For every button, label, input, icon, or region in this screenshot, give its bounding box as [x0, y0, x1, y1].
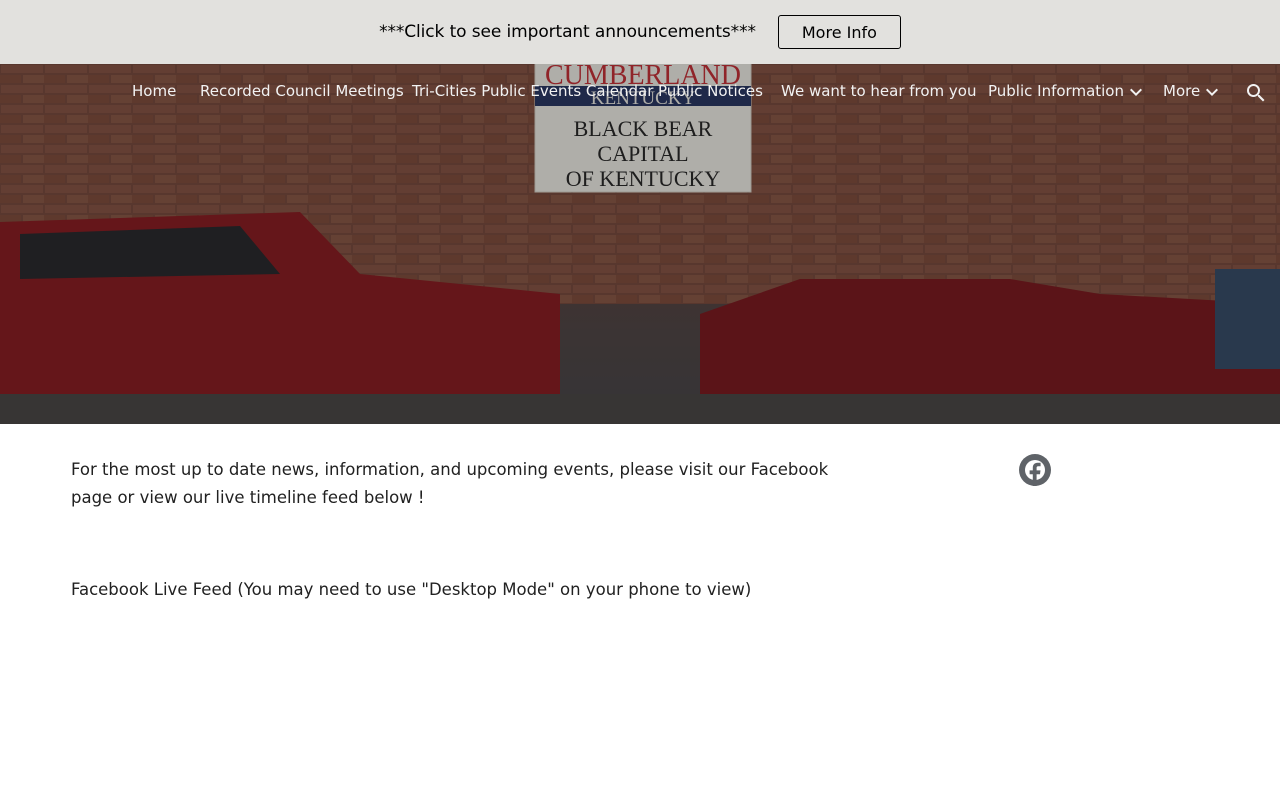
nav-hear-from-you-label: We want to hear from you [781, 82, 977, 100]
nav-recorded-council-meetings-label: Recorded Council Meetings [200, 82, 404, 100]
intro-paragraph: For the most up to date news, informatio… [71, 460, 829, 507]
nav-we-want-to-hear-from-you[interactable]: We want to hear from you [781, 82, 977, 100]
nav-public-notices-label: Public Notices [658, 82, 763, 100]
facebook-icon[interactable] [1019, 454, 1051, 486]
nav-home[interactable]: Home [132, 82, 176, 100]
chevron-down-icon[interactable] [1130, 82, 1142, 100]
facebook-feed-label: Facebook Live Feed (You may need to use … [71, 580, 752, 599]
nav-more-label: More [1163, 82, 1201, 100]
nav-home-label: Home [132, 82, 177, 100]
nav-recorded-council-meetings[interactable]: Recorded Council Meetings [200, 82, 404, 100]
nav-more[interactable]: More [1163, 82, 1219, 100]
search-icon[interactable] [1244, 81, 1268, 105]
announcement-text: ***Click to see important announcements*… [379, 22, 756, 42]
nav-public-information-label: Public Information [988, 82, 1124, 100]
chevron-down-icon[interactable] [1206, 82, 1219, 100]
more-info-button[interactable]: More Info [777, 15, 901, 49]
nav-events-calendar[interactable]: Tri-Cities Public Events Calendar [412, 82, 653, 100]
nav-public-information[interactable]: Public Information [988, 82, 1142, 100]
nav-events-calendar-label: Tri-Cities Public Events Calendar [412, 82, 654, 100]
nav-public-notices[interactable]: Public Notices [658, 82, 763, 100]
top-navigation: Home Recorded Council Meetings Tri-Citie… [0, 64, 1280, 120]
announcement-banner: ***Click to see important announcements*… [0, 0, 1280, 64]
